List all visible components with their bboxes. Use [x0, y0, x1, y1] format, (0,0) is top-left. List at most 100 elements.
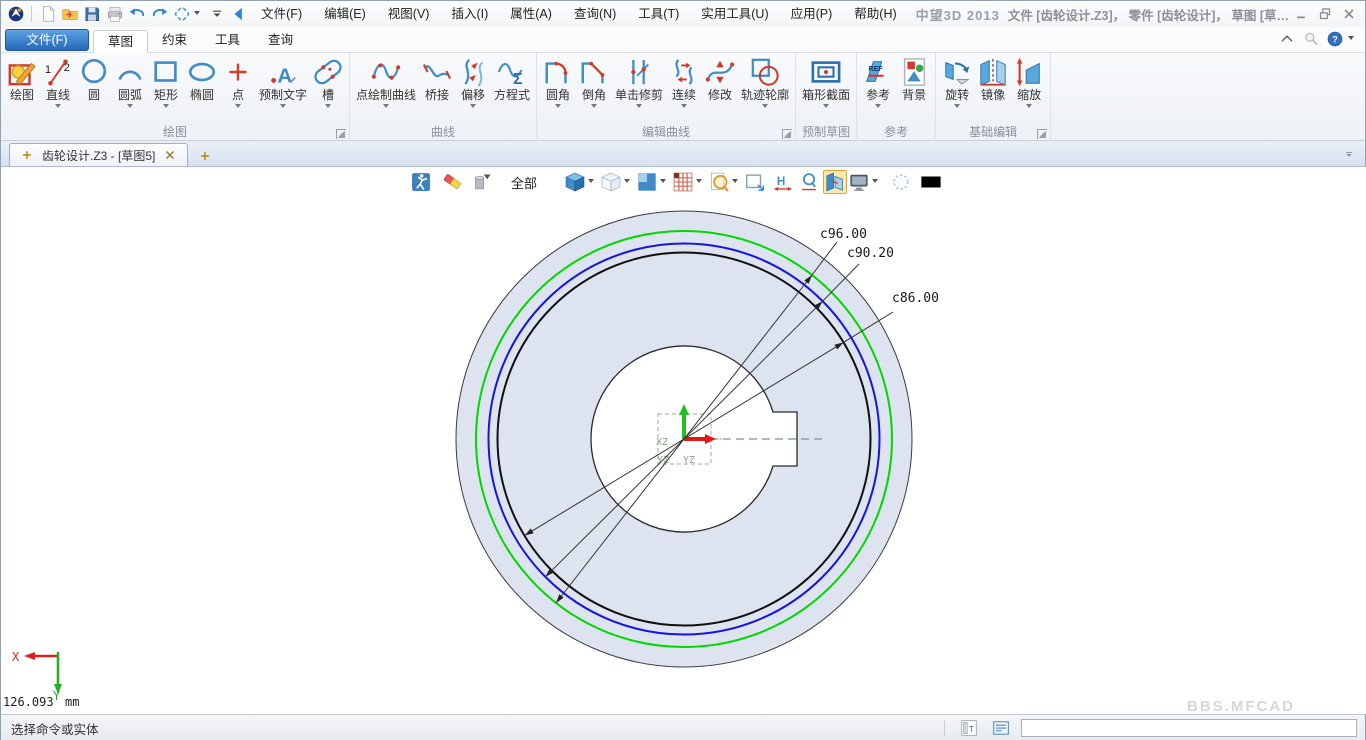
collapse-ribbon-icon[interactable] — [1277, 29, 1297, 49]
dropdown-arrow-icon[interactable] — [127, 104, 133, 111]
menu-utilities[interactable]: 实用工具(U) — [690, 1, 779, 27]
ribbon-item-track-profile[interactable]: 轨迹轮廓 — [738, 55, 792, 112]
ribbon-item-arc[interactable]: 圆弧 — [112, 55, 148, 112]
menu-edit[interactable]: 编辑(E) — [313, 1, 377, 27]
ribbon-item-offset[interactable]: 偏移 — [455, 55, 491, 112]
ribbon-item-reference[interactable]: REF 参考 — [860, 55, 896, 112]
ribbon-group-predefined-sketch: 箱形截面 预制草图 — [796, 53, 857, 141]
dropdown-arrow-icon[interactable] — [762, 104, 768, 111]
undo-button[interactable] — [128, 4, 146, 24]
triad-x-label: X — [12, 650, 20, 664]
ribbon-item-rotate[interactable]: 旋转 — [939, 55, 975, 112]
help-dropdown-icon[interactable] — [1348, 36, 1354, 43]
print-button[interactable] — [106, 4, 124, 24]
dropdown-arrow-icon[interactable] — [636, 104, 642, 111]
menu-tools[interactable]: 工具(T) — [627, 1, 690, 27]
tab-tools[interactable]: 工具 — [201, 29, 254, 52]
ribbon-item-ellipse[interactable]: 椭圆 — [184, 55, 220, 103]
dropdown-arrow-icon[interactable] — [1026, 104, 1032, 111]
ribbon-item-box-section[interactable]: 箱形截面 — [799, 55, 853, 112]
drawing-canvas[interactable]: 全部 H — [1, 167, 1366, 714]
search-icon[interactable] — [1301, 29, 1321, 49]
menu-file[interactable]: 文件(F) — [250, 1, 313, 27]
dropdown-arrow-icon[interactable] — [55, 104, 61, 111]
close-button[interactable] — [1340, 5, 1358, 23]
coordinate-readout: 126.093 — [3, 695, 54, 709]
tab-sketch[interactable]: 草图 — [93, 30, 148, 53]
ribbon-item-circle[interactable]: 圆 — [76, 55, 112, 103]
ribbon-item-point[interactable]: 点 — [220, 55, 256, 112]
tab-list-icon[interactable] — [1343, 146, 1363, 166]
dropdown-arrow-icon[interactable] — [875, 104, 881, 111]
circle-icon — [79, 56, 109, 88]
dropdown-arrow-icon[interactable] — [325, 104, 331, 111]
dropdown-arrow-icon[interactable] — [555, 104, 561, 111]
sync-dropdown-icon[interactable] — [194, 11, 200, 18]
input-options-icon[interactable]: T — [959, 718, 979, 738]
command-list-icon[interactable] — [991, 718, 1011, 738]
toolbar-options-button[interactable] — [207, 4, 225, 24]
collapse-left-icon[interactable] — [230, 4, 248, 24]
dropdown-arrow-icon[interactable] — [235, 104, 241, 111]
ribbon-item-background[interactable]: 背景 — [896, 55, 932, 103]
ribbon-item-continue[interactable]: 连续 — [666, 55, 702, 112]
fillet-icon — [543, 56, 573, 88]
new-tab-button[interactable] — [198, 149, 212, 163]
ribbon-item-scale[interactable]: 缩放 — [1011, 55, 1047, 112]
command-input[interactable] — [1021, 719, 1357, 737]
open-file-button[interactable] — [61, 4, 79, 24]
ribbon-item-pretext[interactable]: A 预制文字 — [256, 55, 310, 112]
tab-pin-plus-icon[interactable] — [20, 148, 34, 162]
ribbon-item-chamfer[interactable]: 倒角 — [576, 55, 612, 112]
tab-close-icon[interactable] — [163, 148, 177, 162]
ellipse-icon — [187, 56, 217, 88]
menu-view[interactable]: 视图(V) — [377, 1, 441, 27]
ribbon-item-mirror[interactable]: 镜像 — [975, 55, 1011, 103]
dropdown-arrow-icon[interactable] — [280, 104, 286, 111]
ribbon-item-modify[interactable]: 修改 — [702, 55, 738, 103]
menu-insert[interactable]: 插入(I) — [440, 1, 499, 27]
tab-constraints[interactable]: 约束 — [148, 29, 201, 52]
dialog-launcher-icon[interactable] — [336, 129, 346, 139]
menu-applications[interactable]: 应用(P) — [780, 1, 844, 27]
plane-label-yz[interactable]: YZ — [683, 455, 695, 466]
redo-button[interactable] — [150, 4, 168, 24]
menu-inquire[interactable]: 查询(N) — [563, 1, 627, 27]
ribbon-item-label: 箱形截面 — [802, 88, 850, 102]
ribbon-item-sketch[interactable]: 绘图 — [4, 55, 40, 103]
ribbon-item-equation[interactable]: Σ 方程式 — [491, 55, 533, 103]
ribbon-item-slot[interactable]: 槽 — [310, 55, 346, 112]
gear-sketch[interactable]: XZ YZ YZ c96.00 c90.2 — [1, 167, 1366, 714]
ribbon-item-trim[interactable]: 单击修剪 — [612, 55, 666, 112]
ribbon-item-point-curve[interactable]: 点绘制曲线 — [353, 55, 419, 112]
ribbon-item-bridge[interactable]: 桥接 — [419, 55, 455, 103]
menu-attributes[interactable]: 属性(A) — [499, 1, 563, 27]
ribbon-item-rectangle[interactable]: 矩形 — [148, 55, 184, 112]
dialog-launcher-icon[interactable] — [1037, 129, 1047, 139]
dropdown-arrow-icon[interactable] — [163, 104, 169, 111]
dropdown-arrow-icon[interactable] — [591, 104, 597, 111]
dropdown-arrow-icon[interactable] — [954, 104, 960, 111]
ribbon-item-label: 点绘制曲线 — [356, 88, 416, 102]
ribbon-item-line[interactable]: 12 直线 — [40, 55, 76, 112]
help-icon[interactable]: ? — [1325, 29, 1345, 49]
restore-button[interactable] — [1316, 5, 1334, 23]
save-button[interactable] — [83, 4, 101, 24]
plane-label-xz[interactable]: XZ — [656, 437, 668, 448]
ribbon-item-fillet[interactable]: 圆角 — [540, 55, 576, 112]
dropdown-arrow-icon[interactable] — [383, 104, 389, 111]
dropdown-arrow-icon[interactable] — [681, 104, 687, 111]
menu-help[interactable]: 帮助(H) — [843, 1, 907, 27]
new-document-button[interactable] — [38, 4, 56, 24]
dialog-launcher-icon[interactable] — [782, 129, 792, 139]
minimize-button[interactable] — [1292, 5, 1310, 23]
dimension-label: c90.20 — [847, 246, 894, 261]
sync-view-button[interactable] — [173, 4, 191, 24]
dropdown-arrow-icon[interactable] — [470, 104, 476, 111]
dropdown-arrow-icon[interactable] — [823, 104, 829, 111]
file-menu-button[interactable]: 文件(F) — [5, 29, 89, 51]
document-tab-active[interactable]: 齿轮设计.Z3 - [草图5] — [9, 143, 188, 166]
ribbon-item-label: 单击修剪 — [615, 88, 663, 102]
ribbon-item-label: 桥接 — [425, 88, 449, 102]
tab-inquire[interactable]: 查询 — [254, 29, 307, 52]
